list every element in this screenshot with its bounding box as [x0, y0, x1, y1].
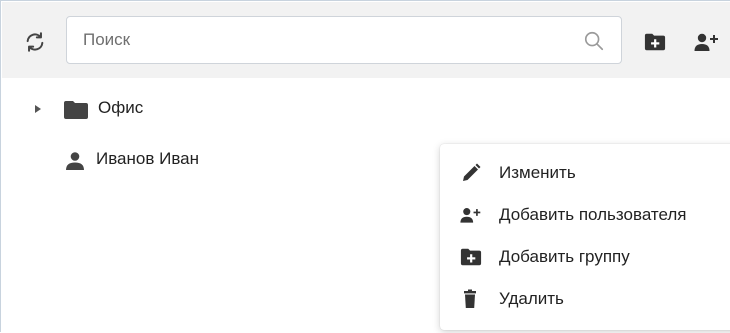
- menu-item-label: Добавить пользователя: [499, 205, 687, 224]
- context-menu: Изменить Добавить пользователя Добавить …: [440, 144, 730, 330]
- user-plus-icon: [694, 33, 718, 51]
- search-icon[interactable]: [583, 30, 605, 52]
- menu-item-delete[interactable]: Удалить: [440, 278, 730, 320]
- toolbar: [2, 2, 730, 78]
- user-icon: [65, 151, 85, 171]
- folder-plus-icon: [460, 247, 482, 267]
- tree-item-user[interactable]: Иванов Иван: [1, 145, 301, 175]
- search-field[interactable]: [66, 16, 622, 64]
- menu-item-label: Изменить: [499, 163, 576, 182]
- menu-item-add-group[interactable]: Добавить группу: [440, 236, 730, 278]
- menu-item-label: Удалить: [499, 289, 564, 308]
- search-input[interactable]: [67, 17, 621, 63]
- folder-plus-icon: [644, 33, 666, 51]
- tree-item-label: Офис: [98, 98, 144, 117]
- refresh-icon[interactable]: [24, 31, 46, 53]
- add-group-button[interactable]: [644, 32, 666, 52]
- menu-item-label: Добавить группу: [499, 247, 630, 266]
- pencil-icon: [460, 163, 482, 183]
- menu-item-add-user[interactable]: Добавить пользователя: [440, 194, 730, 236]
- trash-icon: [460, 289, 482, 309]
- app-frame: Офис Иванов Иван Изменить: [0, 0, 730, 332]
- user-plus-icon: [460, 205, 482, 225]
- add-user-button[interactable]: [694, 32, 720, 52]
- tree-item-label: Иванов Иван: [96, 149, 200, 168]
- folder-icon: [63, 100, 89, 120]
- chevron-right-icon[interactable]: [34, 104, 42, 114]
- tree-item-folder[interactable]: Офис: [1, 94, 301, 124]
- menu-item-edit[interactable]: Изменить: [440, 152, 730, 194]
